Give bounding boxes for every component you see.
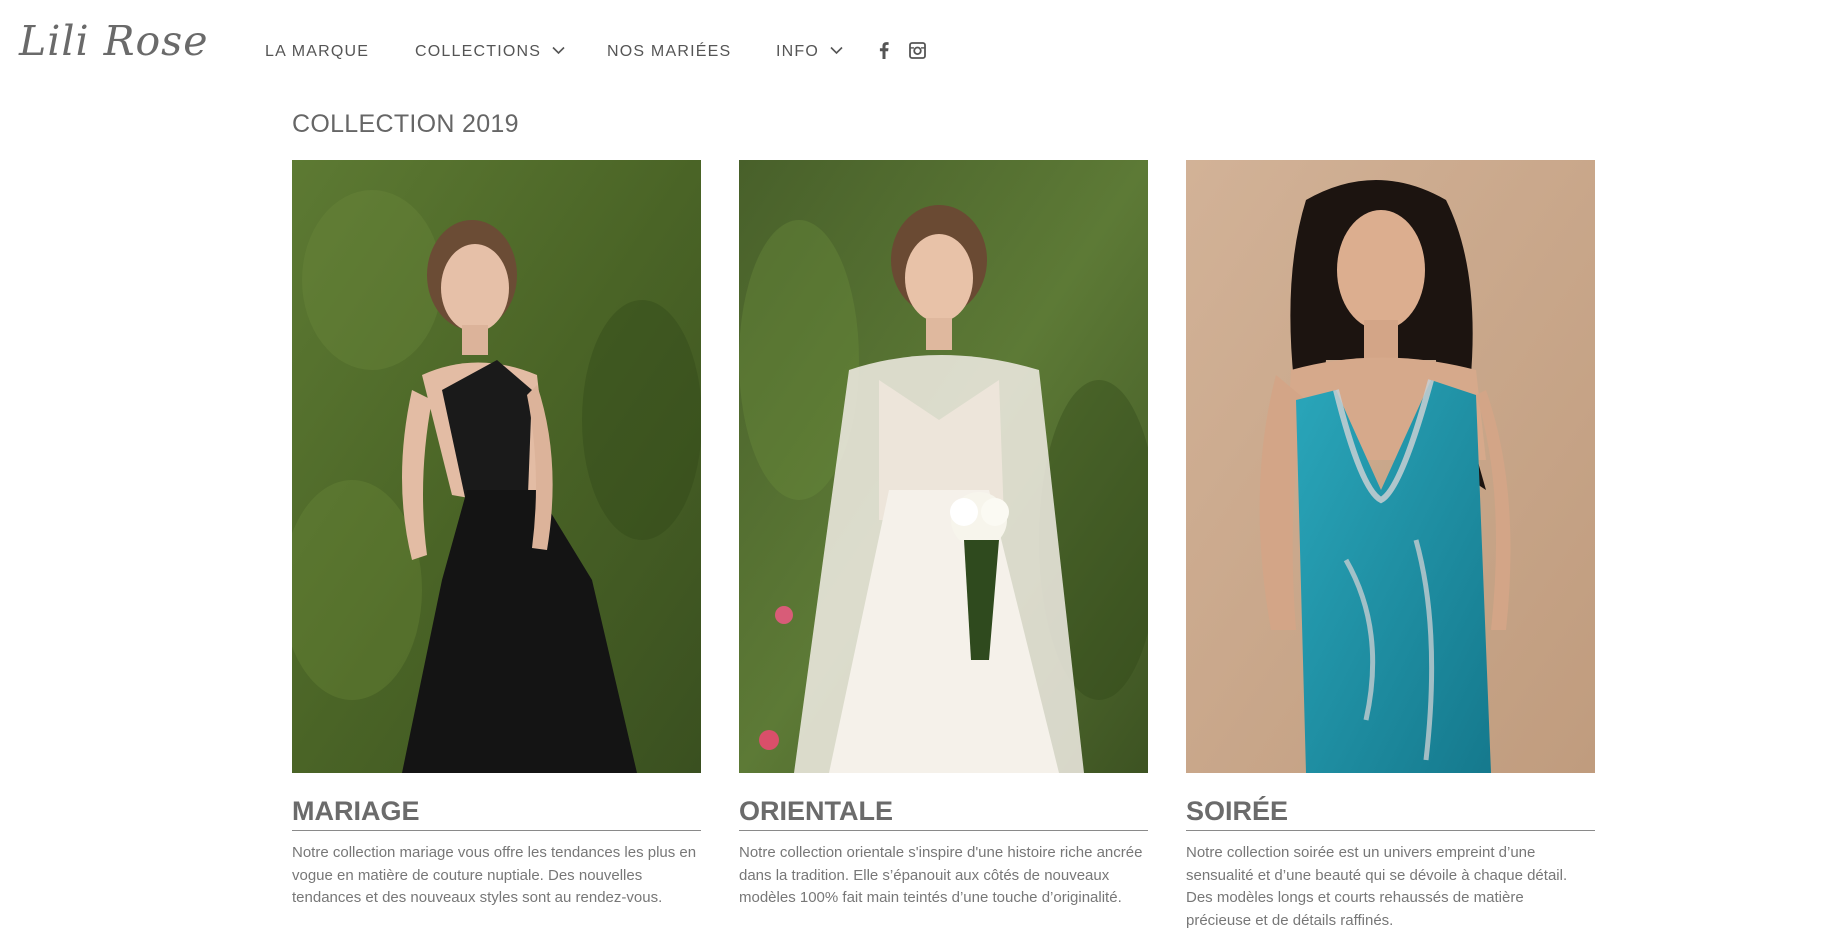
collection-image-mariage[interactable] [292,160,701,773]
nav-info[interactable]: INFO [776,38,843,66]
collection-image-orientale[interactable] [739,160,1148,773]
instagram-icon[interactable] [909,42,926,64]
chevron-down-icon [552,46,565,54]
brand-logo[interactable]: Lili Rose [19,14,208,68]
nav-label: INFO [776,43,820,60]
nav-collections[interactable]: COLLECTIONS [415,38,565,66]
nav-label: COLLECTIONS [415,43,542,60]
nav-label: LA MARQUE [265,43,370,60]
collection-description: Notre collection orientale s'inspire d'u… [739,844,1143,906]
facebook-icon[interactable] [879,42,889,64]
nav-label: NOS MARIÉES [607,43,732,60]
title-divider [1186,830,1595,831]
title-divider [739,830,1148,831]
collection-description: Notre collection soirée est un univers e… [1186,844,1568,929]
title-divider [292,830,701,831]
collection-image-soiree[interactable] [1186,160,1595,773]
collection-description: Notre collection mariage vous offre les … [292,844,697,906]
page-title: COLLECTION 2019 [292,110,519,138]
nav-nos-mariees[interactable]: NOS MARIÉES [607,38,731,66]
chevron-down-icon [830,46,843,54]
nav-la-marque[interactable]: LA MARQUE [265,38,369,66]
